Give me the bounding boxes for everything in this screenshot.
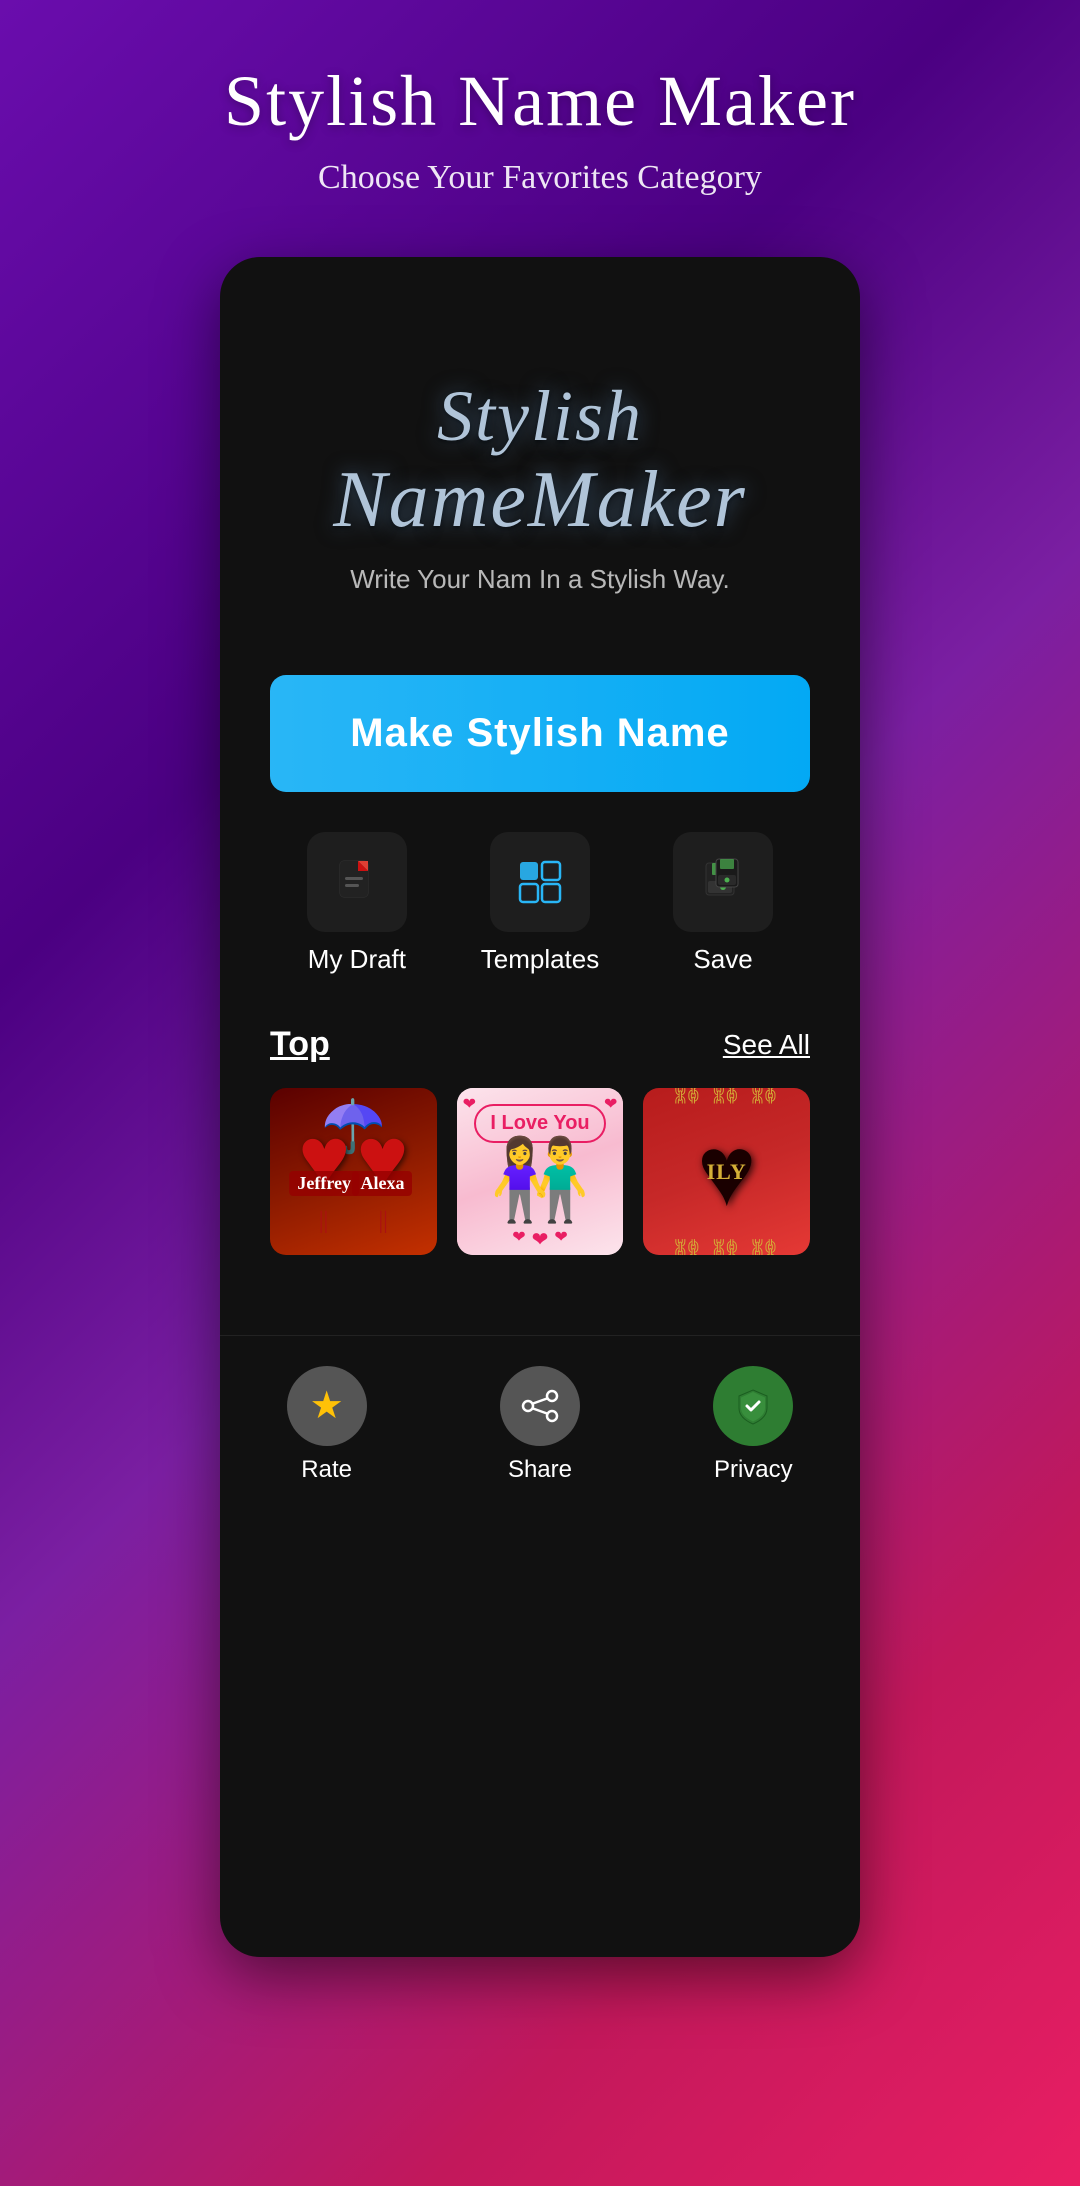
- couple-illustration: 👫: [490, 1133, 590, 1227]
- share-icon: [520, 1386, 560, 1426]
- draft-label: My Draft: [308, 944, 406, 975]
- rate-star-icon: ★: [310, 1383, 344, 1428]
- app-logo-area: Stylish NameMaker Write Your Nam In a St…: [333, 377, 746, 595]
- heart-deco-tl: ❤: [463, 1094, 476, 1114]
- app-logo-line2: NameMaker: [333, 456, 746, 544]
- save-label: Save: [693, 944, 752, 975]
- shield-icon: [733, 1386, 773, 1426]
- privacy-icon-circle: [713, 1366, 793, 1446]
- make-stylish-button[interactable]: Make Stylish Name: [270, 675, 810, 792]
- top-section-title: Top: [270, 1025, 330, 1064]
- app-logo: Stylish NameMaker: [333, 377, 746, 544]
- heart-legs: || ||: [319, 1208, 388, 1235]
- app-tagline: Write Your Nam In a Stylish Way.: [333, 564, 746, 595]
- templates-label: Templates: [481, 944, 600, 975]
- top-templates-grid: ☂️ ♥ Jeffrey ♥ Alexa || ||: [270, 1088, 810, 1255]
- template-card-locket[interactable]: ⛓⛓⛓ ♥ ILY ⛓⛓⛓: [643, 1088, 810, 1255]
- nav-share[interactable]: Share: [500, 1366, 580, 1484]
- locket-heart: ♥ ILY: [697, 1114, 756, 1229]
- nav-rate[interactable]: ★ Rate: [287, 1366, 367, 1484]
- bottom-navigation: ★ Rate Share: [220, 1335, 860, 1524]
- page-title: Stylish Name Maker: [224, 60, 856, 143]
- chain-top: ⛓⛓⛓: [669, 1088, 785, 1106]
- heart-deco-tr: ❤: [604, 1094, 617, 1114]
- page-subtitle: Choose Your Favorites Category: [224, 159, 856, 197]
- quick-action-templates[interactable]: Templates: [481, 832, 600, 975]
- see-all-link[interactable]: See All: [723, 1029, 810, 1061]
- template-card-love-you[interactable]: ❤ ❤ I Love You 👫 ❤ ❤ ❤: [457, 1088, 624, 1255]
- phone-container: Stylish NameMaker Write Your Nam In a St…: [220, 257, 860, 1957]
- quick-action-save[interactable]: Save: [673, 832, 773, 975]
- templates-icon: [490, 832, 590, 932]
- bottom-hearts: ❤ ❤ ❤: [512, 1227, 568, 1252]
- save-icon: [673, 832, 773, 932]
- privacy-label: Privacy: [714, 1456, 793, 1484]
- share-label: Share: [508, 1456, 572, 1484]
- template-card-jeffrey-alexa[interactable]: ☂️ ♥ Jeffrey ♥ Alexa || ||: [270, 1088, 437, 1255]
- rate-label: Rate: [301, 1456, 352, 1484]
- draft-icon: [307, 832, 407, 932]
- app-logo-line1: Stylish: [333, 377, 746, 456]
- page-header: Stylish Name Maker Choose Your Favorites…: [204, 0, 876, 237]
- top-section-header: Top See All: [270, 1025, 810, 1064]
- jeffrey-name-tag: Jeffrey: [289, 1171, 359, 1196]
- chain-bottom: ⛓⛓⛓: [669, 1237, 785, 1255]
- quick-action-draft[interactable]: My Draft: [307, 832, 407, 975]
- nav-privacy[interactable]: Privacy: [713, 1366, 793, 1484]
- quick-actions-row: My Draft Templates: [270, 832, 810, 975]
- alexa-name-tag: Alexa: [352, 1171, 412, 1196]
- share-icon-circle: [500, 1366, 580, 1446]
- rate-icon-circle: ★: [287, 1366, 367, 1446]
